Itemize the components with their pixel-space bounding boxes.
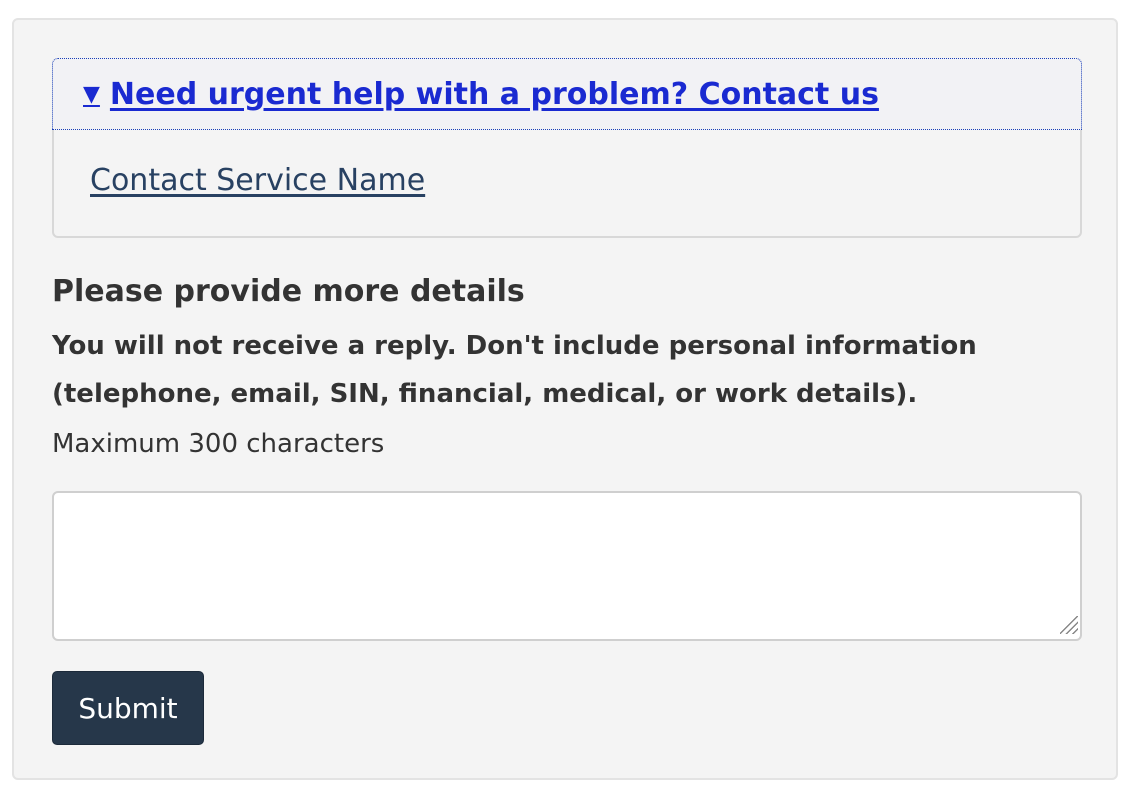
urgent-help-summary-label: Need urgent help with a problem? Contact… [109, 76, 879, 112]
caret-down-icon: ▼ [83, 81, 100, 107]
urgent-help-details: ▼ Need urgent help with a problem? Conta… [52, 58, 1082, 238]
privacy-warning: You will not receive a reply. Don't incl… [52, 331, 977, 409]
feedback-panel: ▼ Need urgent help with a problem? Conta… [12, 18, 1118, 780]
submit-button[interactable]: Submit [52, 671, 204, 745]
urgent-help-summary[interactable]: ▼ Need urgent help with a problem? Conta… [52, 58, 1082, 130]
resize-grip-icon[interactable] [1060, 616, 1078, 634]
contact-service-link[interactable]: Contact Service Name [90, 163, 425, 198]
details-textarea[interactable] [52, 491, 1082, 641]
details-heading: Please provide more details [52, 274, 525, 309]
character-limit-hint: Maximum 300 characters [52, 429, 385, 459]
